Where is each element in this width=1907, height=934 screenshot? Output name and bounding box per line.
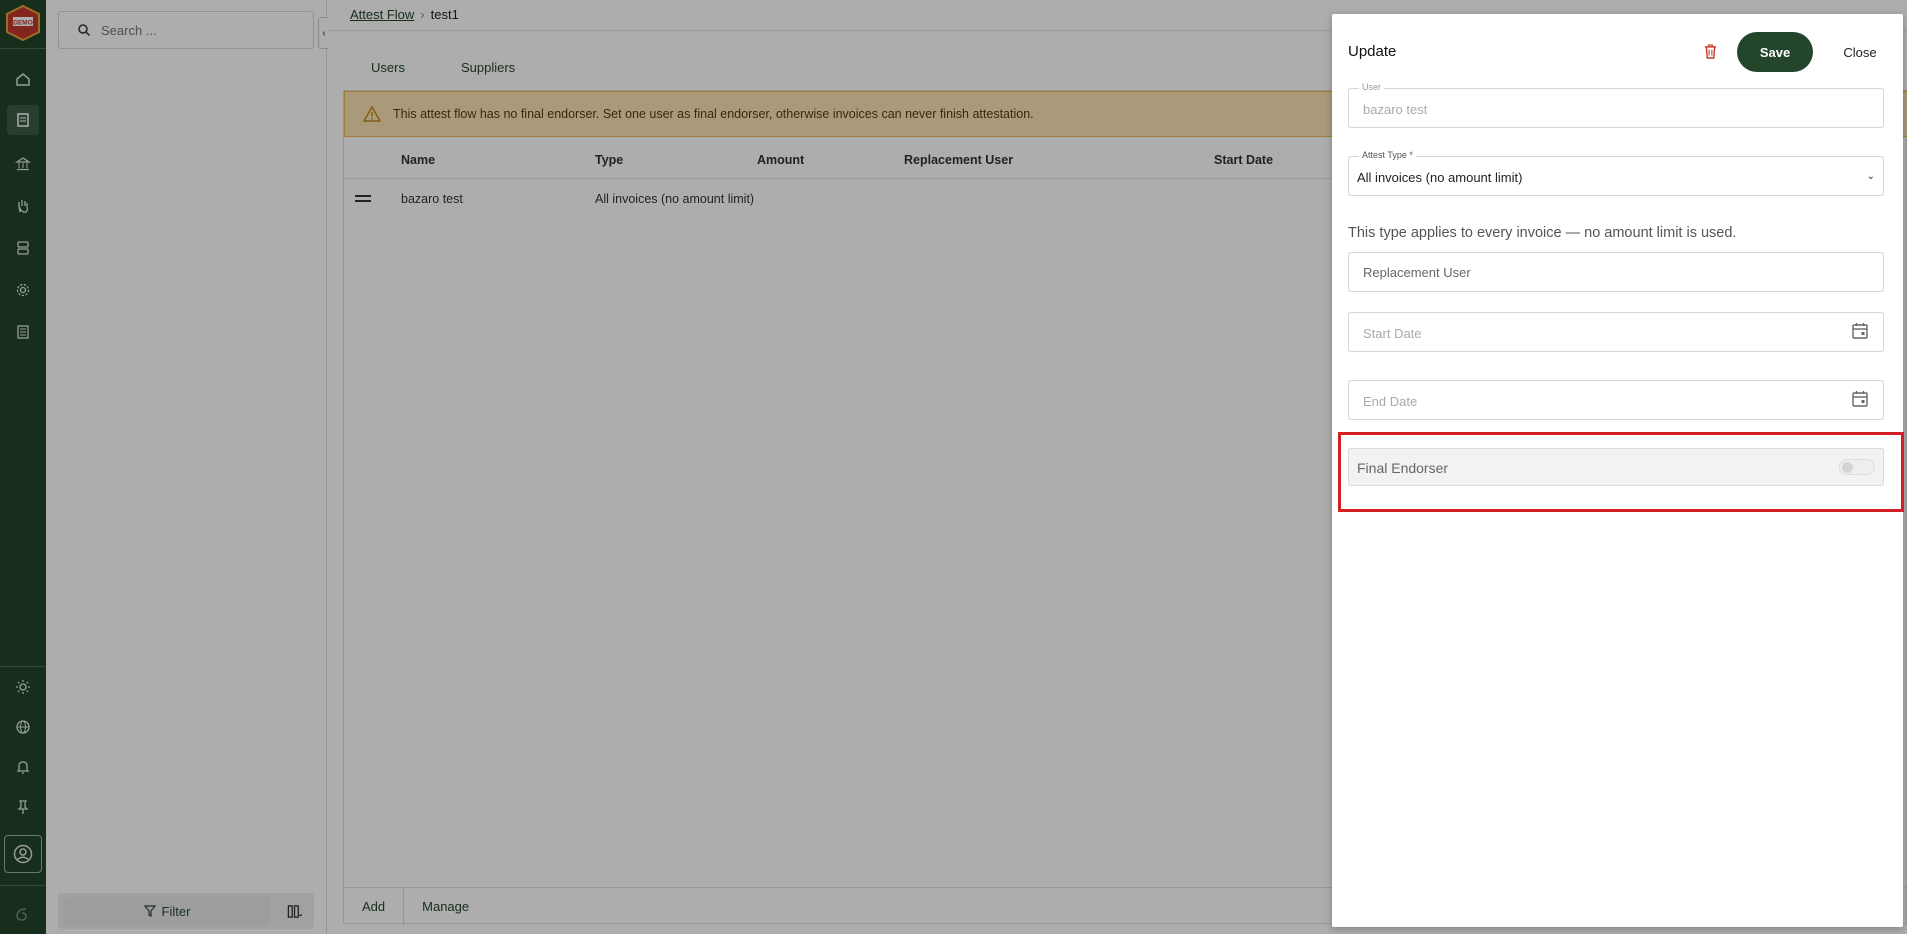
start-date-placeholder: Start Date (1363, 326, 1422, 341)
attest-type-hint: This type applies to every invoice — no … (1348, 225, 1737, 241)
trash-icon (1704, 43, 1716, 59)
panel-title: Update (1348, 43, 1397, 60)
attest-type-value: All invoices (no amount limit) (1357, 170, 1523, 185)
calendar-icon[interactable] (1851, 390, 1869, 408)
chevron-down-icon: ⌄ (1866, 171, 1875, 182)
highlight-box (1338, 432, 1904, 512)
user-field: User bazaro test (1348, 82, 1884, 128)
save-button[interactable]: Save (1737, 32, 1813, 72)
replacement-user-field[interactable]: Replacement User (1348, 252, 1884, 292)
attest-type-label: Attest Type * (1359, 150, 1416, 160)
delete-button[interactable] (1701, 42, 1719, 60)
calendar-icon[interactable] (1851, 322, 1869, 340)
replacement-user-placeholder: Replacement User (1363, 265, 1471, 280)
close-button[interactable]: Close (1830, 34, 1890, 70)
start-date-field[interactable]: Start Date (1348, 312, 1884, 352)
end-date-placeholder: End Date (1363, 394, 1418, 409)
end-date-field[interactable]: End Date (1348, 380, 1884, 420)
attest-type-select[interactable]: Attest Type * All invoices (no amount li… (1348, 150, 1884, 196)
update-panel: Update Save Close User bazaro test Attes… (1332, 14, 1904, 927)
user-field-value: bazaro test (1363, 102, 1428, 117)
user-field-label: User (1359, 82, 1385, 92)
